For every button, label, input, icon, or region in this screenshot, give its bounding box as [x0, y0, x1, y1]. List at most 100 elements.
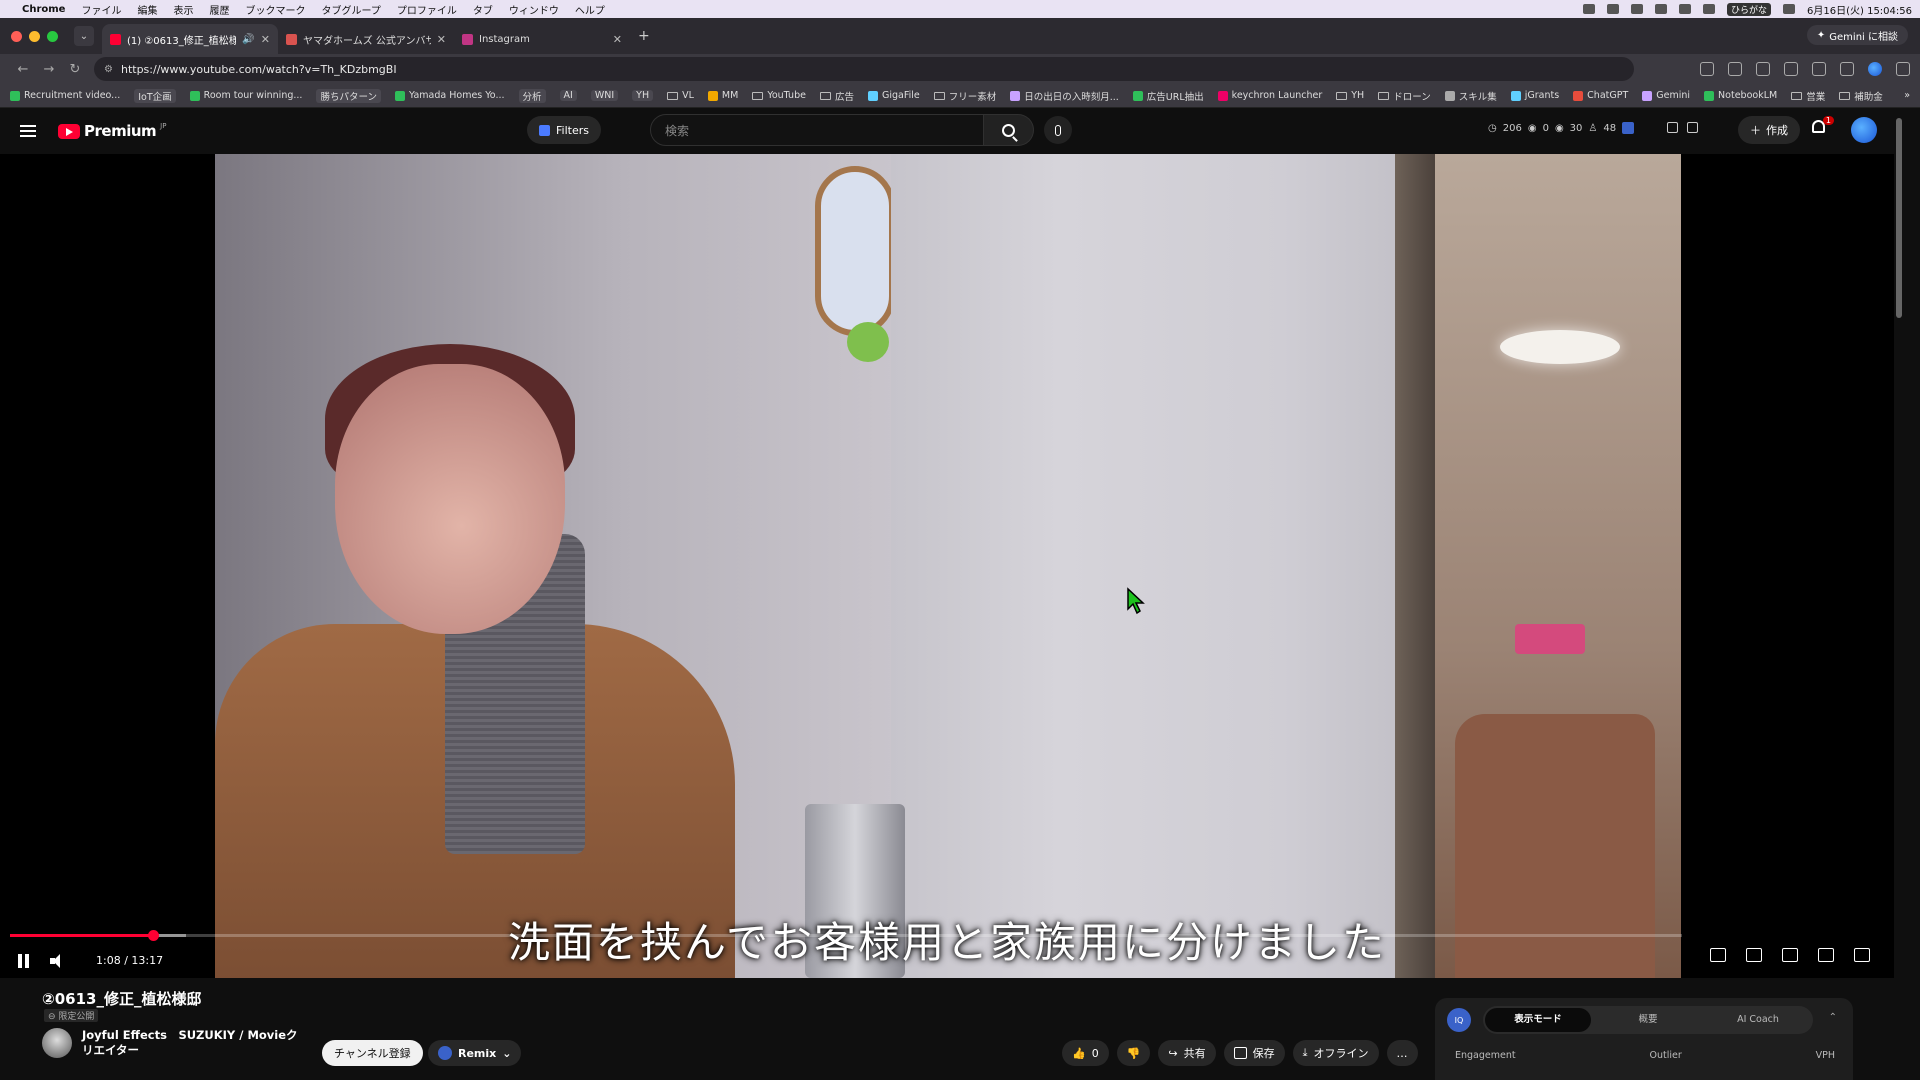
bookmark-star-icon[interactable]: [1728, 62, 1742, 76]
like-button[interactable]: 👍 0: [1062, 1040, 1109, 1066]
bookmark-item[interactable]: YH: [632, 90, 654, 101]
ime-indicator[interactable]: ひらがな: [1727, 2, 1772, 16]
voice-search-button[interactable]: [1044, 116, 1072, 144]
menu-tab-groups[interactable]: タブグループ: [321, 2, 380, 17]
bookmark-item[interactable]: YH: [1336, 90, 1364, 101]
bookmark-item[interactable]: フリー素材: [933, 89, 996, 103]
fullscreen-icon[interactable]: [1854, 948, 1870, 962]
download-button[interactable]: ⤓ オフライン: [1292, 1040, 1379, 1066]
bookmark-item[interactable]: keychron Launcher: [1217, 90, 1322, 101]
menu-app-name[interactable]: Chrome: [22, 4, 65, 15]
cast-icon[interactable]: [1700, 62, 1714, 76]
channel-name[interactable]: Joyful Effects SUZUKIY / Movieクリエイター: [82, 1028, 302, 1058]
more-actions-button[interactable]: …: [1386, 1040, 1418, 1066]
share-button[interactable]: ↪ 共有: [1158, 1040, 1216, 1066]
volume-icon[interactable]: [50, 953, 66, 968]
app-icon[interactable]: [1631, 4, 1643, 14]
site-info-icon[interactable]: ⚙: [104, 64, 113, 75]
chrome-menu-icon[interactable]: [1896, 62, 1910, 76]
settings-gear-icon[interactable]: [1782, 948, 1798, 962]
menu-view[interactable]: 表示: [173, 2, 193, 17]
bookmark-item[interactable]: AI: [559, 90, 577, 101]
bookmark-item[interactable]: GigaFile: [867, 90, 920, 101]
tab-search-chevron-icon[interactable]: ⌄: [74, 26, 94, 46]
tab-yamada-homes[interactable]: ヤマダホームズ 公式アンバサダー ✕: [278, 24, 454, 54]
menu-file[interactable]: ファイル: [81, 2, 121, 17]
close-tab-icon[interactable]: ✕: [437, 33, 446, 46]
save-button[interactable]: 保存: [1223, 1040, 1285, 1066]
channel-avatar[interactable]: [42, 1028, 72, 1058]
close-tab-icon[interactable]: ✕: [613, 33, 622, 46]
filters-button[interactable]: Filters: [527, 116, 601, 144]
address-bar[interactable]: ⚙ https://www.youtube.com/watch?v=Th_KDz…: [94, 57, 1634, 81]
gemini-button[interactable]: ✦ Gemini に相談: [1806, 25, 1908, 45]
bookmark-item[interactable]: MM: [707, 90, 738, 101]
back-arrow-icon[interactable]: ←: [10, 62, 36, 77]
close-window-button[interactable]: [11, 30, 22, 42]
bookmark-item[interactable]: スキル集: [1444, 89, 1497, 103]
volume-icon[interactable]: [1679, 4, 1691, 14]
trophy-icon[interactable]: [1667, 122, 1678, 133]
create-button[interactable]: ＋ 作成: [1738, 116, 1800, 144]
battery-icon[interactable]: [1655, 4, 1667, 14]
menu-help[interactable]: ヘルプ: [575, 2, 605, 17]
profile-avatar-icon[interactable]: [1868, 62, 1882, 76]
url-text[interactable]: https://www.youtube.com/watch?v=Th_KDzbm…: [121, 63, 397, 76]
dropbox-icon[interactable]: [1607, 4, 1619, 14]
downloads-icon[interactable]: [1812, 62, 1826, 76]
menubar-clock[interactable]: 6月16日(火) 15:04:56: [1807, 2, 1912, 17]
menu-profiles[interactable]: プロファイル: [397, 2, 457, 17]
bookmark-item[interactable]: YouTube: [752, 90, 806, 101]
bookmark-item[interactable]: ドローン: [1378, 89, 1431, 103]
menu-tab[interactable]: タブ: [473, 2, 493, 17]
bookmark-item[interactable]: Room tour winning...: [189, 90, 302, 101]
bookmark-item[interactable]: ChatGPT: [1573, 90, 1628, 101]
bookmark-item[interactable]: 日の出日の入時刻月...: [1010, 89, 1119, 103]
pause-icon[interactable]: [18, 953, 30, 968]
menu-edit[interactable]: 編集: [137, 2, 157, 17]
minimize-window-button[interactable]: [29, 30, 40, 42]
menu-bookmarks[interactable]: ブックマーク: [245, 2, 305, 17]
iq-extension-icon[interactable]: [1622, 122, 1635, 134]
bookmark-item[interactable]: 勝ちパターン: [316, 88, 381, 103]
bookmark-item[interactable]: NotebookLM: [1704, 90, 1777, 101]
bookmark-item[interactable]: Recruitment video...: [10, 90, 120, 101]
search-button[interactable]: [984, 114, 1034, 146]
bookmark-item[interactable]: IoT企画: [134, 88, 176, 103]
scrollbar-thumb[interactable]: [1896, 118, 1902, 318]
bookmark-item[interactable]: VL: [667, 90, 694, 101]
audio-playing-icon[interactable]: 🔊: [242, 34, 254, 45]
bookmark-item[interactable]: Gemini: [1642, 90, 1690, 101]
bookmark-item[interactable]: 補助金: [1839, 89, 1883, 103]
youtube-logo[interactable]: Premium JP: [58, 122, 166, 140]
control-center-icon[interactable]: [1783, 4, 1796, 14]
bookmark-item[interactable]: Yamada Homes Yo...: [394, 90, 505, 101]
account-avatar[interactable]: [1851, 117, 1877, 143]
progress-scrubber-handle[interactable]: [147, 930, 159, 941]
extension-icon[interactable]: [1756, 62, 1770, 76]
bookmark-item[interactable]: 分析: [518, 88, 546, 103]
progress-bar[interactable]: [10, 930, 1682, 941]
menu-history[interactable]: 履歴: [209, 2, 229, 17]
reload-icon[interactable]: ↻: [62, 62, 88, 77]
tab-youtube[interactable]: (1) ②0613_修正_植松様邸 🔊 ✕: [102, 24, 278, 54]
subscribe-button[interactable]: チャンネル登録: [322, 1040, 423, 1066]
hamburger-menu-icon[interactable]: [20, 125, 36, 137]
iq-tab-ai-coach[interactable]: AI Coach: [1705, 1008, 1811, 1032]
video-player[interactable]: 洗面を挟んでお客様用と家族用に分けました 1:08 / 13:17: [0, 154, 1894, 978]
bookmark-item[interactable]: WNI: [590, 90, 619, 101]
screen-icon[interactable]: [1583, 4, 1595, 14]
new-tab-button[interactable]: +: [638, 28, 650, 44]
wifi-icon[interactable]: [1703, 4, 1715, 14]
bookmark-item[interactable]: 広告URL抽出: [1132, 89, 1204, 103]
forward-arrow-icon[interactable]: →: [36, 62, 62, 77]
bookmarks-overflow-icon[interactable]: »: [1904, 90, 1910, 101]
dislike-button[interactable]: 👎: [1116, 1040, 1151, 1066]
theater-mode-icon[interactable]: [1818, 948, 1834, 962]
close-tab-icon[interactable]: ✕: [261, 33, 270, 46]
remix-button[interactable]: Remix ⌄: [428, 1040, 522, 1066]
extensions-puzzle-icon[interactable]: [1784, 62, 1798, 76]
video-frame[interactable]: [215, 154, 1681, 978]
sparkle-icon[interactable]: [1687, 122, 1698, 133]
subtitles-icon[interactable]: [1746, 948, 1762, 962]
